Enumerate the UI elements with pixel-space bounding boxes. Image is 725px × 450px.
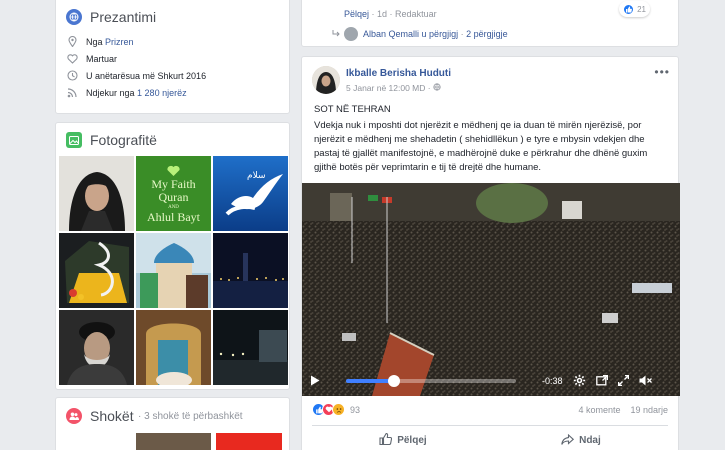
- intro-title: Prezantimi: [90, 9, 157, 25]
- photo-thumbnail[interactable]: [59, 156, 134, 231]
- photo-thumbnail[interactable]: [59, 310, 134, 385]
- shares-count-link[interactable]: 19 ndarje: [630, 405, 668, 415]
- intro-card: Prezantimi Nga Prizren Martuar U anëtarë…: [55, 0, 290, 114]
- post-author-name[interactable]: Ikballe Berisha Huduti: [346, 68, 451, 79]
- video-time: -0:38: [542, 376, 563, 386]
- followers-link[interactable]: 1 280 njerëz: [137, 88, 187, 98]
- photos-card: Fotografitë My Faith Quran AND Ahlul Bay…: [55, 122, 290, 390]
- post-actions-bar: Pëlqej Ndaj: [312, 425, 668, 448]
- photos-icon: [66, 132, 82, 148]
- dot-separator: ·: [369, 9, 378, 19]
- globe-icon: [66, 9, 82, 25]
- photos-grid: My Faith Quran AND Ahlul Bayt سلام: [59, 156, 288, 385]
- video-progress-fill: [346, 379, 394, 383]
- comment-card: Pëlqej · 1d · Redaktuar 21 Alban Qemalli…: [301, 0, 679, 47]
- share-button[interactable]: Ndaj: [561, 433, 601, 448]
- photo-thumbnail[interactable]: [213, 233, 288, 308]
- dove-caption: سلام: [247, 170, 266, 180]
- dot-separator: ·: [458, 29, 467, 39]
- intro-row-followers: Ndjekur nga 1 280 njerëz: [66, 84, 279, 101]
- like-button[interactable]: Pëlqej: [379, 432, 427, 448]
- friend-thumbnail[interactable]: [216, 433, 282, 450]
- rss-icon: [66, 87, 78, 99]
- intro-row-joined: U anëtarësua më Shkurt 2016: [66, 67, 279, 84]
- reply-arrow-icon: [332, 29, 340, 39]
- comment-edited: Redaktuar: [395, 9, 437, 19]
- reply-author-link[interactable]: Alban Qemalli: [363, 29, 419, 39]
- photo-thumbnail[interactable]: My Faith Quran AND Ahlul Bayt: [136, 156, 211, 231]
- post-options-icon[interactable]: •••: [654, 65, 670, 79]
- comment-reaction-count: 21: [637, 4, 646, 14]
- intro-row-relationship: Martuar: [66, 50, 279, 67]
- sad-reaction-icon[interactable]: [332, 403, 345, 416]
- comment-reaction-badge[interactable]: 21: [619, 1, 650, 17]
- video-controls: -0:38: [302, 366, 680, 396]
- hometown-link[interactable]: Prizren: [105, 37, 134, 47]
- intro-hometown-prefix: Nga: [86, 36, 103, 47]
- dot-separator: ·: [425, 83, 433, 93]
- photo-thumbnail[interactable]: [136, 233, 211, 308]
- friends-subtitle: · 3 shokë të përbashkët: [138, 410, 243, 422]
- like-reaction-icon: [623, 3, 635, 15]
- post-author-avatar[interactable]: [312, 66, 340, 94]
- friends-card: Shokët · 3 shokë të përbashkët: [55, 397, 290, 450]
- play-icon[interactable]: [310, 375, 320, 388]
- heart-icon: [66, 53, 78, 65]
- location-pin-icon: [66, 36, 78, 48]
- video-player[interactable]: -0:38: [302, 183, 680, 396]
- mute-speaker-icon[interactable]: [639, 375, 652, 388]
- photo-thumbnail[interactable]: [136, 310, 211, 385]
- reactions-count[interactable]: 93: [350, 405, 360, 415]
- popout-icon[interactable]: [595, 374, 608, 388]
- friends-icon: [66, 408, 82, 424]
- public-globe-icon: [433, 83, 441, 93]
- reply-author-avatar[interactable]: [344, 27, 358, 41]
- reactions-summary: 93 4 komente 19 ndarje: [312, 403, 668, 416]
- photo-thumbnail[interactable]: سلام: [213, 156, 288, 231]
- comment-age: 1d: [377, 9, 388, 19]
- settings-gear-icon[interactable]: [573, 374, 586, 389]
- friends-title: Shokët: [90, 408, 134, 424]
- faith-line-2: Quran: [158, 190, 189, 204]
- like-label: Pëlqej: [397, 435, 427, 446]
- reply-count-link[interactable]: 2 përgjigje: [466, 29, 508, 39]
- followers-prefix: Ndjekur nga: [86, 87, 135, 98]
- reply-text: u përgjigj: [421, 29, 459, 39]
- post-body-text: Vdekja nuk i mposhti dot njerëzit e mëdh…: [314, 120, 648, 173]
- comments-count-link[interactable]: 4 komente: [578, 405, 620, 415]
- share-arrow-icon: [561, 433, 575, 448]
- post-title-line: SOT NË TEHRAN: [314, 104, 391, 115]
- relationship-text: Martuar: [86, 53, 118, 64]
- faith-line-3: Ahlul Bayt: [147, 210, 200, 224]
- share-label: Ndaj: [579, 435, 601, 446]
- video-progress-bar[interactable]: [346, 375, 516, 387]
- comment-like-link[interactable]: Pëlqej: [344, 9, 369, 19]
- clock-icon: [66, 70, 78, 82]
- friend-thumbnail[interactable]: [136, 433, 211, 450]
- post-date[interactable]: 5 Janar në 12:00 MD: [346, 83, 425, 93]
- thumbs-up-icon: [379, 432, 393, 448]
- fullscreen-icon[interactable]: [617, 374, 629, 388]
- intro-row-hometown: Nga Prizren: [66, 33, 279, 50]
- post-card: Ikballe Berisha Huduti 5 Janar në 12:00 …: [301, 56, 680, 450]
- joined-text: U anëtarësua më Shkurt 2016: [86, 70, 207, 81]
- photo-thumbnail[interactable]: [213, 310, 288, 385]
- video-scrubber-knob[interactable]: [387, 375, 400, 387]
- photo-thumbnail[interactable]: [59, 233, 134, 308]
- dot-separator: ·: [387, 9, 396, 19]
- photos-title: Fotografitë: [90, 132, 157, 148]
